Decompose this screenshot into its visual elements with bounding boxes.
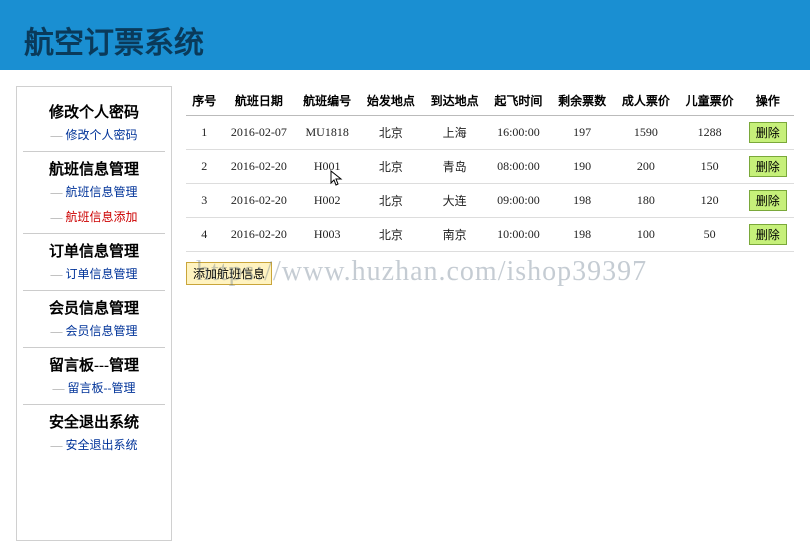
cell-tickets: 190: [550, 150, 614, 184]
sidebar-group-title: 安全退出系统: [17, 407, 171, 434]
link-change-password[interactable]: 修改个人密码: [17, 124, 171, 149]
cell-date: 2016-02-07: [222, 116, 295, 150]
cell-seq: 1: [186, 116, 222, 150]
cell-op: 删除: [742, 150, 794, 184]
cell-tickets: 197: [550, 116, 614, 150]
delete-button[interactable]: 删除: [749, 190, 787, 211]
sidebar-group-title: 会员信息管理: [17, 293, 171, 320]
link-flight-add[interactable]: 航班信息添加: [17, 206, 171, 231]
cell-origin: 北京: [359, 116, 423, 150]
cell-child: 50: [678, 218, 742, 252]
delete-button[interactable]: 删除: [749, 122, 787, 143]
table-row: 12016-02-07MU1818北京上海16:00:0019715901288…: [186, 116, 794, 150]
cell-adult: 200: [614, 150, 678, 184]
cell-date: 2016-02-20: [222, 218, 295, 252]
table-header-row: 序号 航班日期 航班编号 始发地点 到达地点 起飞时间 剩余票数 成人票价 儿童…: [186, 86, 794, 116]
cell-flight: H003: [295, 218, 359, 252]
cell-flight: H002: [295, 184, 359, 218]
cell-adult: 1590: [614, 116, 678, 150]
th-adult: 成人票价: [614, 86, 678, 116]
link-message-manage[interactable]: 留言板--管理: [17, 377, 171, 402]
cell-seq: 4: [186, 218, 222, 252]
link-flight-manage[interactable]: 航班信息管理: [17, 181, 171, 206]
table-row: 22016-02-20H001北京青岛08:00:00190200150 删除: [186, 150, 794, 184]
cell-origin: 北京: [359, 184, 423, 218]
app-header: 航空订票系统: [0, 0, 810, 70]
cell-dest: 青岛: [423, 150, 487, 184]
th-flight: 航班编号: [295, 86, 359, 116]
delete-button[interactable]: 删除: [749, 156, 787, 177]
cell-child: 120: [678, 184, 742, 218]
cell-flight: MU1818: [295, 116, 359, 150]
link-member-manage[interactable]: 会员信息管理: [17, 320, 171, 345]
cell-dest: 大连: [423, 184, 487, 218]
th-date: 航班日期: [222, 86, 295, 116]
cell-child: 150: [678, 150, 742, 184]
th-child: 儿童票价: [678, 86, 742, 116]
cell-adult: 100: [614, 218, 678, 252]
link-logout[interactable]: 安全退出系统: [17, 434, 171, 459]
cell-adult: 180: [614, 184, 678, 218]
add-flight-button[interactable]: 添加航班信息: [186, 262, 272, 285]
app-title: 航空订票系统: [24, 27, 204, 60]
cell-tickets: 198: [550, 184, 614, 218]
th-op: 操作: [742, 86, 794, 116]
th-depart: 起飞时间: [487, 86, 551, 116]
cell-depart: 09:00:00: [487, 184, 551, 218]
sidebar-group-title: 订单信息管理: [17, 236, 171, 263]
cell-tickets: 198: [550, 218, 614, 252]
sidebar-group-title: 航班信息管理: [17, 154, 171, 181]
th-seq: 序号: [186, 86, 222, 116]
th-origin: 始发地点: [359, 86, 423, 116]
cell-flight: H001: [295, 150, 359, 184]
cell-depart: 08:00:00: [487, 150, 551, 184]
table-row: 42016-02-20H003北京南京10:00:0019810050 删除: [186, 218, 794, 252]
cell-child: 1288: [678, 116, 742, 150]
cell-depart: 10:00:00: [487, 218, 551, 252]
cell-origin: 北京: [359, 218, 423, 252]
cell-op: 删除: [742, 116, 794, 150]
sidebar-group-title: 修改个人密码: [17, 97, 171, 124]
cell-date: 2016-02-20: [222, 150, 295, 184]
flight-table: 序号 航班日期 航班编号 始发地点 到达地点 起飞时间 剩余票数 成人票价 儿童…: [186, 86, 794, 252]
th-dest: 到达地点: [423, 86, 487, 116]
cell-op: 删除: [742, 218, 794, 252]
sidebar: 修改个人密码修改个人密码航班信息管理航班信息管理航班信息添加订单信息管理订单信息…: [16, 86, 172, 541]
cell-depart: 16:00:00: [487, 116, 551, 150]
cell-dest: 南京: [423, 218, 487, 252]
link-order-manage[interactable]: 订单信息管理: [17, 263, 171, 288]
main-content: 序号 航班日期 航班编号 始发地点 到达地点 起飞时间 剩余票数 成人票价 儿童…: [186, 86, 810, 541]
delete-button[interactable]: 删除: [749, 224, 787, 245]
table-row: 32016-02-20H002北京大连09:00:00198180120 删除: [186, 184, 794, 218]
sidebar-group-title: 留言板---管理: [17, 350, 171, 377]
body-area: 修改个人密码修改个人密码航班信息管理航班信息管理航班信息添加订单信息管理订单信息…: [0, 70, 810, 541]
cell-origin: 北京: [359, 150, 423, 184]
cell-seq: 2: [186, 150, 222, 184]
cell-dest: 上海: [423, 116, 487, 150]
cell-date: 2016-02-20: [222, 184, 295, 218]
cell-seq: 3: [186, 184, 222, 218]
cell-op: 删除: [742, 184, 794, 218]
th-tickets: 剩余票数: [550, 86, 614, 116]
